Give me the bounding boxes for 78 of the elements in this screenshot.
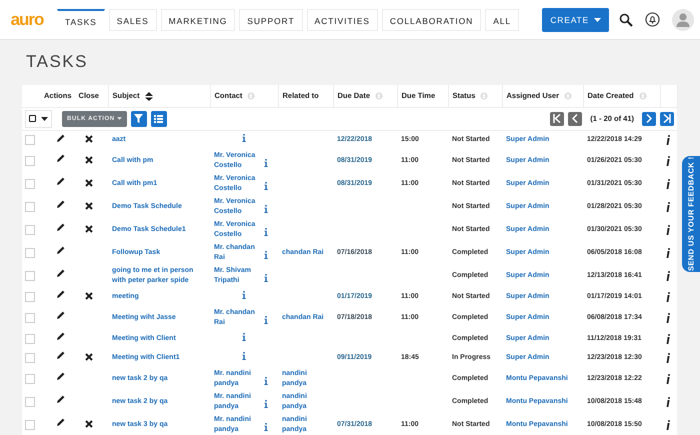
- nav-tab[interactable]: SUPPORT: [239, 8, 303, 30]
- row-checkbox[interactable]: [25, 312, 35, 322]
- nav-tab[interactable]: ALL: [485, 8, 520, 30]
- pencil-icon[interactable]: [56, 269, 65, 278]
- avatar-icon[interactable]: [672, 8, 694, 30]
- next-page-button[interactable]: [642, 112, 656, 126]
- row-checkbox[interactable]: [25, 374, 35, 384]
- close-icon[interactable]: [85, 156, 93, 164]
- filter-icon: [134, 114, 144, 123]
- caret-icon: [116, 117, 122, 120]
- chevron-right-icon: [646, 114, 652, 123]
- info-icon[interactable]: [666, 352, 670, 362]
- info-icon[interactable]: [666, 374, 670, 384]
- pencil-icon[interactable]: [56, 246, 65, 256]
- pencil-icon[interactable]: [56, 418, 65, 428]
- pencil-icon[interactable]: [56, 372, 65, 382]
- select-all-dropdown[interactable]: [25, 110, 52, 128]
- info-icon[interactable]: [666, 156, 670, 166]
- pencil-icon[interactable]: [56, 311, 65, 320]
- row-checkbox[interactable]: [25, 352, 35, 362]
- info-icon[interactable]: [666, 420, 670, 430]
- close-icon[interactable]: [85, 224, 93, 233]
- nav-tab[interactable]: COLLABORATION: [382, 8, 482, 30]
- row-checkbox[interactable]: [25, 248, 35, 258]
- filter-button[interactable]: [130, 110, 147, 126]
- search-icon[interactable]: [619, 12, 633, 26]
- pencil-icon[interactable]: [56, 332, 65, 342]
- pencil-icon[interactable]: [56, 290, 65, 300]
- nav-tab[interactable]: MARKETING: [160, 8, 236, 30]
- close-icon[interactable]: [85, 202, 93, 210]
- nav-tab[interactable]: SALES: [108, 8, 157, 30]
- row-checkbox[interactable]: [25, 420, 35, 430]
- info-icon[interactable]: [666, 396, 670, 406]
- close-icon[interactable]: [85, 178, 93, 187]
- row-checkbox[interactable]: [25, 334, 35, 344]
- create-button[interactable]: CREATE: [542, 8, 609, 32]
- last-page-button[interactable]: [660, 112, 674, 126]
- pencil-icon[interactable]: [56, 351, 65, 360]
- row-checkbox[interactable]: [25, 292, 35, 302]
- row-checkbox[interactable]: [25, 134, 35, 145]
- info-icon[interactable]: [666, 312, 670, 322]
- caret-icon: [41, 116, 48, 120]
- close-icon[interactable]: [85, 292, 93, 300]
- info-icon[interactable]: [666, 178, 670, 188]
- pencil-icon[interactable]: [56, 154, 65, 164]
- first-page-button[interactable]: [550, 112, 564, 126]
- close-icon[interactable]: [85, 420, 93, 428]
- caret-icon: [594, 18, 601, 22]
- chevron-left-icon: [572, 114, 578, 123]
- first-page-icon: [553, 114, 562, 123]
- row-checkbox[interactable]: [25, 224, 35, 234]
- nav-tab[interactable]: ACTIVITIES: [306, 8, 378, 30]
- pencil-icon[interactable]: [56, 223, 65, 232]
- row-checkbox[interactable]: [25, 202, 35, 212]
- bell-icon[interactable]: [645, 12, 660, 27]
- info-icon[interactable]: [666, 248, 670, 258]
- info-icon[interactable]: [666, 334, 670, 344]
- row-checkbox[interactable]: [25, 396, 35, 406]
- sort-icon[interactable]: [144, 92, 153, 100]
- page-title: TASKS: [26, 52, 89, 72]
- previous-page-button[interactable]: [568, 112, 582, 126]
- close-icon[interactable]: [85, 352, 93, 361]
- last-page-icon: [663, 114, 671, 123]
- info-icon[interactable]: [666, 270, 670, 280]
- info-icon[interactable]: [666, 202, 670, 212]
- list-view-button[interactable]: [150, 110, 167, 126]
- info-icon[interactable]: [666, 134, 670, 145]
- pencil-icon[interactable]: [56, 134, 65, 142]
- row-checkbox[interactable]: [25, 156, 35, 166]
- info-icon[interactable]: [666, 224, 670, 234]
- list-icon: [154, 114, 164, 122]
- close-icon[interactable]: [85, 135, 93, 144]
- row-checkbox[interactable]: [25, 178, 35, 188]
- info-icon[interactable]: [666, 292, 670, 302]
- pencil-icon[interactable]: [56, 395, 65, 404]
- pencil-icon[interactable]: [56, 200, 65, 210]
- pencil-icon[interactable]: [56, 177, 65, 186]
- row-checkbox[interactable]: [25, 270, 35, 280]
